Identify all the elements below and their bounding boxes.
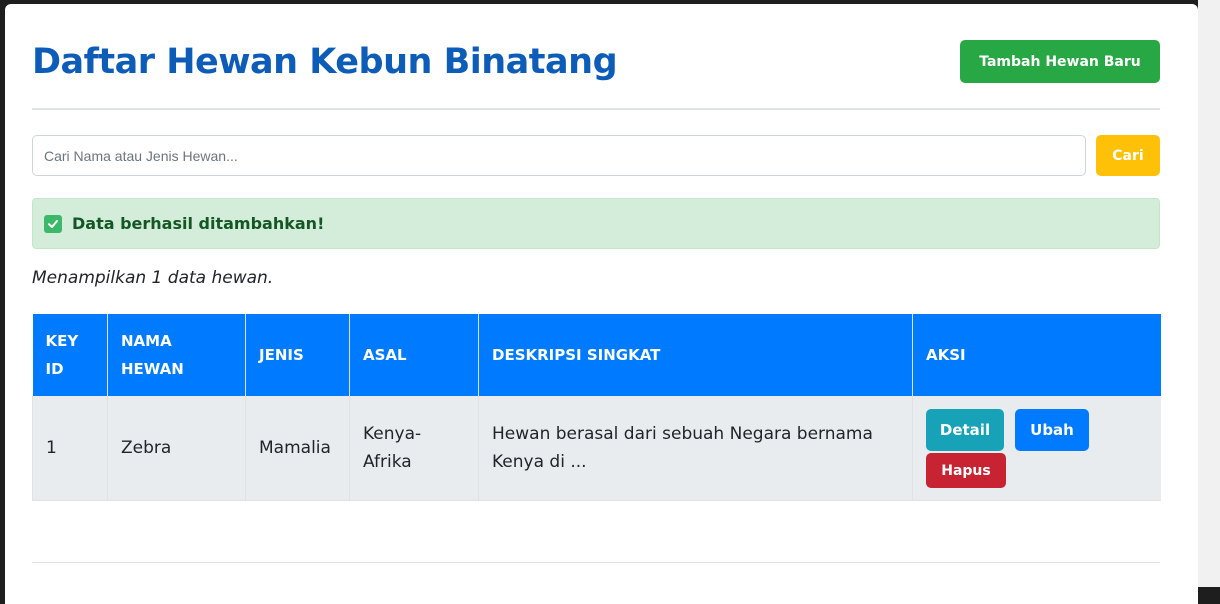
cell-jenis: Mamalia xyxy=(245,396,350,501)
scrollbar-track[interactable] xyxy=(1198,0,1220,587)
add-animal-button[interactable]: Tambah Hewan Baru xyxy=(960,40,1160,83)
footer-divider xyxy=(32,562,1160,563)
column-header-asal: ASAL xyxy=(349,314,479,396)
page-header: Daftar Hewan Kebun Binatang Tambah Hewan… xyxy=(32,36,1160,110)
column-header-jenis: JENIS xyxy=(245,314,350,396)
cell-key-id: 1 xyxy=(32,396,108,501)
cell-aksi: Detail Ubah Hapus xyxy=(912,396,1161,501)
column-header-nama-hewan: NAMA HEWAN xyxy=(107,314,246,396)
cell-nama: Zebra xyxy=(107,396,246,501)
animals-table: KEY ID NAMA HEWAN JENIS ASAL DESKRIPSI S… xyxy=(32,314,1161,501)
detail-button[interactable]: Detail xyxy=(926,409,1004,451)
row-actions: Detail Ubah Hapus xyxy=(926,396,1148,500)
result-count: Menampilkan 1 data hewan. xyxy=(32,268,274,288)
alert-message: Data berhasil ditambahkan! xyxy=(72,214,325,233)
search-input[interactable] xyxy=(32,135,1086,176)
column-header-aksi: AKSI xyxy=(912,314,1161,396)
delete-button[interactable]: Hapus xyxy=(926,453,1006,488)
check-square-icon xyxy=(44,214,62,233)
success-alert: Data berhasil ditambahkan! xyxy=(32,198,1160,249)
cell-asal: Kenya-Afrika xyxy=(349,396,479,501)
search-form: Cari xyxy=(32,135,1160,177)
edit-button[interactable]: Ubah xyxy=(1015,409,1089,451)
cell-deskripsi: Hewan berasal dari sebuah Negara bernama… xyxy=(478,396,913,501)
search-button[interactable]: Cari xyxy=(1096,135,1160,176)
page-title: Daftar Hewan Kebun Binatang xyxy=(32,42,618,82)
column-header-deskripsi: DESKRIPSI SINGKAT xyxy=(478,314,913,396)
table-row: 1 Zebra Mamalia Kenya-Afrika Hewan beras… xyxy=(32,396,1161,501)
column-header-key-id: KEY ID xyxy=(32,314,108,396)
table-header-row: KEY ID NAMA HEWAN JENIS ASAL DESKRIPSI S… xyxy=(32,314,1161,396)
